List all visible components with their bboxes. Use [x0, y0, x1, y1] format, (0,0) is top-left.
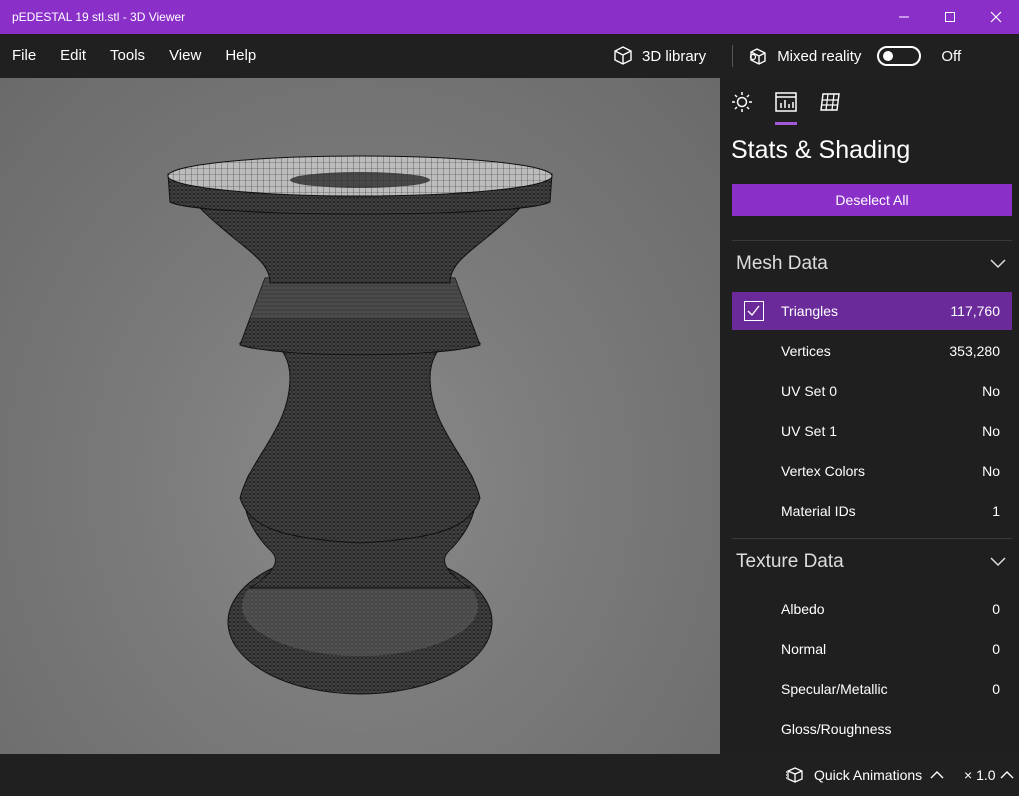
- close-button[interactable]: [973, 0, 1019, 34]
- texture-row-specular[interactable]: Specular/Metallic 0: [732, 670, 1012, 708]
- quick-animations-label: Quick Animations: [814, 767, 923, 783]
- mixed-reality-state: Off: [941, 47, 962, 65]
- menu-file[interactable]: File: [0, 34, 48, 78]
- row-value: 353,280: [949, 343, 1000, 359]
- quick-animations-button[interactable]: Quick Animations: [786, 754, 944, 796]
- panel-title: Stats & Shading: [731, 136, 911, 164]
- mixed-reality-toggle[interactable]: [877, 46, 922, 66]
- status-bar: Quick Animations × 1.0: [0, 754, 1019, 796]
- toolbar-separator: [732, 45, 734, 67]
- texture-row-normal[interactable]: Normal 0: [732, 630, 1012, 668]
- minimize-icon: [899, 16, 909, 18]
- menu-help[interactable]: Help: [213, 34, 268, 78]
- row-label: Specular/Metallic: [781, 681, 888, 697]
- mixed-reality-group: Mixed reality Off: [747, 45, 961, 67]
- 3d-library-button[interactable]: 3D library: [612, 45, 706, 67]
- row-value: 1: [992, 503, 1000, 519]
- row-label: Triangles: [781, 303, 839, 319]
- 3d-viewport[interactable]: [0, 78, 720, 754]
- chevron-up-icon: [930, 771, 944, 779]
- zoom-level: × 1.0: [964, 767, 996, 783]
- tab-lighting[interactable]: [730, 90, 754, 114]
- row-value: No: [982, 423, 1000, 439]
- 3d-library-label: 3D library: [642, 47, 707, 65]
- tab-grid[interactable]: [818, 90, 842, 114]
- divider: [732, 240, 1012, 241]
- title-bar: pEDESTAL 19 stl.stl - 3D Viewer: [0, 0, 1019, 34]
- window-title: pEDESTAL 19 stl.stl - 3D Viewer: [12, 10, 186, 24]
- zoom-control[interactable]: × 1.0: [964, 754, 1014, 796]
- stats-panel: Stats & Shading Deselect All Mesh Data T…: [720, 78, 1019, 754]
- divider: [732, 538, 1012, 539]
- mesh-row-uv-set-0[interactable]: UV Set 0 No: [732, 372, 1012, 410]
- row-label: UV Set 0: [781, 383, 838, 399]
- sun-icon: [732, 92, 752, 112]
- row-label: Albedo: [781, 601, 825, 617]
- row-label: Vertex Colors: [781, 463, 866, 479]
- stats-icon: [775, 92, 797, 112]
- mesh-data-header[interactable]: Mesh Data: [736, 249, 1006, 279]
- row-value: 0: [992, 681, 1000, 697]
- tab-stats[interactable]: [774, 90, 798, 114]
- texture-row-albedo[interactable]: Albedo 0: [732, 590, 1012, 628]
- menu-bar: File Edit Tools View Help 3D library Mix…: [0, 34, 1019, 78]
- row-label: UV Set 1: [781, 423, 838, 439]
- row-label: Normal: [781, 641, 827, 657]
- maximize-icon: [945, 12, 955, 22]
- mesh-row-vertex-colors[interactable]: Vertex Colors No: [732, 452, 1012, 490]
- checkbox[interactable]: [744, 301, 764, 321]
- mixed-reality-label: Mixed reality: [777, 47, 862, 65]
- row-value: No: [982, 463, 1000, 479]
- row-label: Gloss/Roughness: [781, 721, 892, 737]
- cube-icon: [614, 46, 632, 65]
- checkmark-icon: [747, 305, 760, 317]
- mesh-row-triangles[interactable]: Triangles 117,760: [732, 292, 1012, 330]
- minimize-button[interactable]: [881, 0, 927, 34]
- row-label: Vertices: [781, 343, 831, 359]
- chevron-down-icon: [990, 557, 1006, 567]
- row-label: Material IDs: [781, 503, 856, 519]
- row-value: 0: [992, 601, 1000, 617]
- row-value: 117,760: [950, 303, 1000, 319]
- texture-row-gloss[interactable]: Gloss/Roughness: [732, 710, 1012, 748]
- menu-view[interactable]: View: [157, 34, 213, 78]
- texture-data-header[interactable]: Texture Data: [736, 547, 1006, 577]
- menu-edit[interactable]: Edit: [48, 34, 98, 78]
- animation-cube-icon: [786, 767, 803, 783]
- deselect-all-button[interactable]: Deselect All: [732, 184, 1012, 216]
- pedestal-model: [167, 155, 553, 695]
- panel-tabs: [720, 78, 1019, 126]
- mesh-row-vertices[interactable]: Vertices 353,280: [732, 332, 1012, 370]
- menu-tools[interactable]: Tools: [98, 34, 157, 78]
- mesh-row-material-ids[interactable]: Material IDs 1: [732, 492, 1012, 530]
- chevron-up-icon: [1000, 771, 1014, 779]
- row-value: 0: [992, 641, 1000, 657]
- mixed-reality-icon: [750, 48, 766, 65]
- grid-icon: [820, 93, 840, 111]
- row-value: No: [982, 383, 1000, 399]
- mesh-row-uv-set-1[interactable]: UV Set 1 No: [732, 412, 1012, 450]
- texture-data-heading: Texture Data: [736, 551, 844, 572]
- chevron-down-icon: [990, 259, 1006, 269]
- maximize-button[interactable]: [927, 0, 973, 34]
- active-tab-indicator: [775, 122, 797, 125]
- mesh-data-heading: Mesh Data: [736, 253, 828, 274]
- close-icon: [990, 11, 1002, 23]
